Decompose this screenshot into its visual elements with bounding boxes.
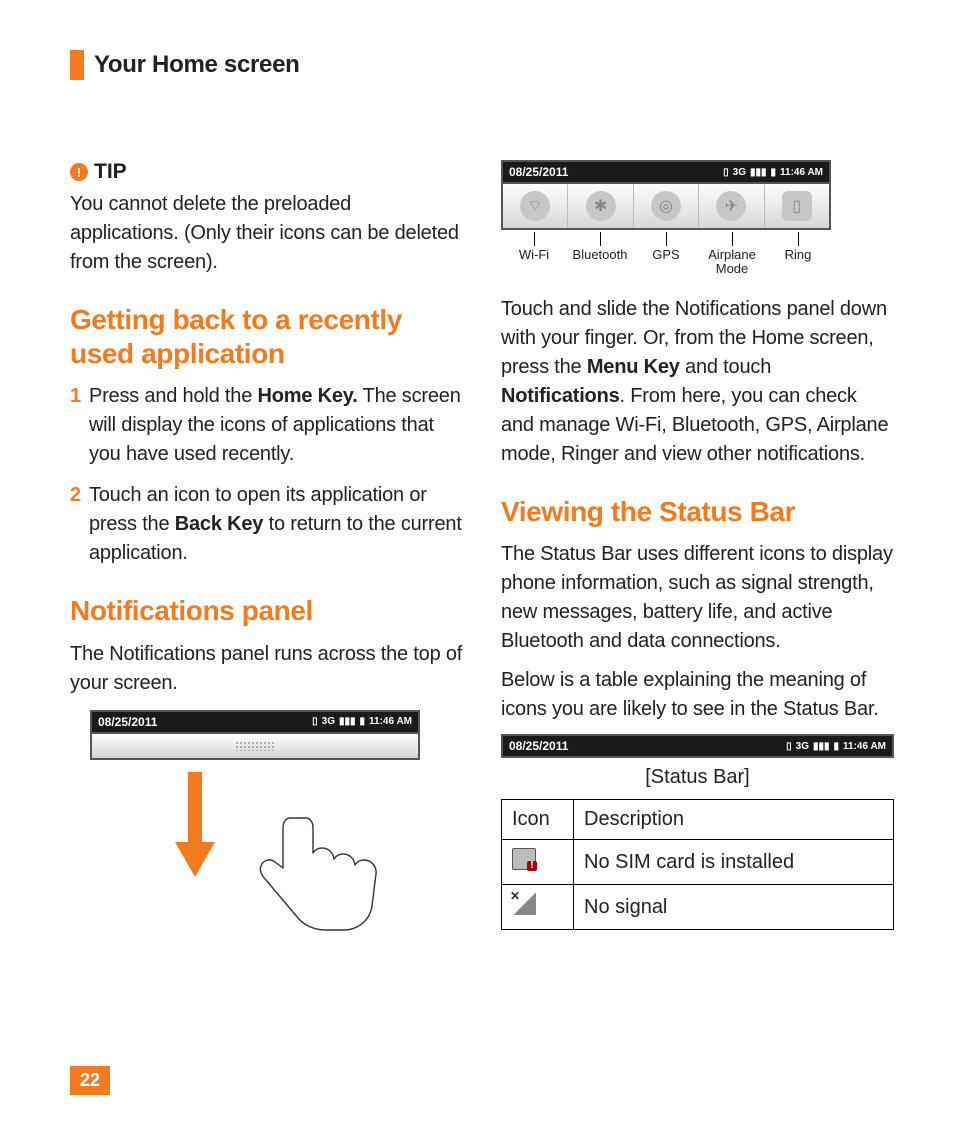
no-sim-icon bbox=[512, 848, 536, 870]
status-bar-date: 08/25/2011 bbox=[509, 165, 568, 179]
gps-icon: ◎ bbox=[651, 191, 681, 221]
notif-desc-notifications: Notifications bbox=[501, 385, 620, 407]
battery-icon: ▮ bbox=[360, 716, 366, 727]
page-header: Your Home screen bbox=[70, 50, 894, 80]
status-bar-time: 11:46 AM bbox=[369, 716, 412, 727]
bluetooth-toggle[interactable]: ✱ bbox=[568, 184, 633, 228]
airplane-icon: ✈ bbox=[716, 191, 746, 221]
bluetooth-icon: ✱ bbox=[586, 191, 616, 221]
step-2-bold: Back Key bbox=[175, 513, 263, 535]
step-1-bold: Home Key. bbox=[257, 385, 357, 407]
status-bar-mock: 08/25/2011 ▯ 3G ▮▮▮ ▮ 11:46 AM bbox=[90, 710, 420, 734]
status-bar-p2: Below is a table explaining the meaning … bbox=[501, 666, 894, 724]
notif-desc-b: and touch bbox=[680, 356, 771, 378]
airplane-label: Airplane Mode bbox=[699, 248, 765, 277]
ring-label: Ring bbox=[765, 248, 831, 277]
tip-icon: ! bbox=[70, 163, 88, 181]
left-column: ! TIP You cannot delete the preloaded ap… bbox=[70, 160, 463, 957]
notifications-panel-figure: 08/25/2011 ▯ 3G ▮▮▮ ▮ 11:46 AM bbox=[90, 710, 420, 760]
wifi-icon: ⌔ bbox=[520, 191, 550, 221]
notif-description: Touch and slide the Notifications panel … bbox=[501, 295, 894, 469]
status-bar-mock-2: 08/25/2011 ▯ 3G ▮▮▮ ▮ 11:46 AM bbox=[501, 160, 831, 184]
right-column: 08/25/2011 ▯ 3G ▮▮▮ ▮ 11:46 AM ⌔ ✱ ◎ ✈ ▯… bbox=[501, 160, 894, 957]
signal-icon: ▮▮▮ bbox=[750, 167, 767, 178]
status-icon-table: Icon Description No SIM card is installe… bbox=[501, 799, 894, 930]
status-bar-date: 08/25/2011 bbox=[509, 739, 568, 753]
table-row: No SIM card is installed bbox=[502, 840, 894, 885]
signal-icon: ▮▮▮ bbox=[339, 716, 356, 727]
content-columns: ! TIP You cannot delete the preloaded ap… bbox=[70, 160, 894, 957]
airplane-mode-toggle[interactable]: ✈ bbox=[699, 184, 764, 228]
no-signal-icon bbox=[512, 893, 536, 915]
tip-label: TIP bbox=[94, 160, 127, 184]
table-row: No signal bbox=[502, 885, 894, 930]
header-accent-block bbox=[70, 50, 84, 80]
heading-viewing-status-bar: Viewing the Status Bar bbox=[501, 495, 894, 529]
notif-panel-body: The Notifications panel runs across the … bbox=[70, 640, 463, 698]
no-sim-icon-cell bbox=[502, 840, 574, 885]
vibrate-icon: ▯ bbox=[786, 741, 792, 752]
gps-label: GPS bbox=[633, 248, 699, 277]
battery-icon: ▮ bbox=[834, 741, 840, 752]
step-2-text: Touch an icon to open its application or… bbox=[89, 481, 463, 568]
no-sim-desc: No SIM card is installed bbox=[574, 840, 894, 885]
drag-dots-icon bbox=[235, 741, 275, 751]
step-number: 1 bbox=[70, 382, 81, 469]
no-signal-desc: No signal bbox=[574, 885, 894, 930]
quick-settings-panel: ⌔ ✱ ◎ ✈ ▯ bbox=[501, 184, 831, 230]
step-1-text: Press and hold the Home Key. The screen … bbox=[89, 382, 463, 469]
quick-settings-figure: 08/25/2011 ▯ 3G ▮▮▮ ▮ 11:46 AM ⌔ ✱ ◎ ✈ ▯… bbox=[501, 160, 894, 277]
wifi-toggle[interactable]: ⌔ bbox=[503, 184, 568, 228]
step-1: 1 Press and hold the Home Key. The scree… bbox=[70, 382, 463, 469]
hand-pointer-illustration bbox=[250, 812, 463, 957]
data-3g-icon: 3G bbox=[796, 741, 809, 752]
tip-body: You cannot delete the preloaded applicat… bbox=[70, 190, 463, 277]
step-2: 2 Touch an icon to open its application … bbox=[70, 481, 463, 568]
th-icon: Icon bbox=[502, 800, 574, 840]
data-3g-icon: 3G bbox=[322, 716, 335, 727]
status-bar-icons: ▯ 3G ▮▮▮ ▮ 11:46 AM bbox=[723, 167, 823, 178]
no-signal-icon-cell bbox=[502, 885, 574, 930]
page-title: Your Home screen bbox=[94, 51, 300, 79]
wifi-label: Wi-Fi bbox=[501, 248, 567, 277]
bluetooth-label: Bluetooth bbox=[567, 248, 633, 277]
page-number: 22 bbox=[70, 1066, 110, 1095]
table-header-row: Icon Description bbox=[502, 800, 894, 840]
status-bar-date: 08/25/2011 bbox=[98, 715, 157, 729]
tip-heading: ! TIP bbox=[70, 160, 463, 184]
th-description: Description bbox=[574, 800, 894, 840]
step-number: 2 bbox=[70, 481, 81, 568]
status-bar-icons: ▯ 3G ▮▮▮ ▮ 11:46 AM bbox=[312, 716, 412, 727]
status-bar-mock-3: 08/25/2011 ▯ 3G ▮▮▮ ▮ 11:46 AM bbox=[501, 734, 894, 758]
heading-notifications-panel: Notifications panel bbox=[70, 594, 463, 628]
vibrate-icon: ▯ bbox=[312, 716, 318, 727]
status-bar-icons: ▯ 3G ▮▮▮ ▮ 11:46 AM bbox=[786, 741, 886, 752]
battery-icon: ▮ bbox=[771, 167, 777, 178]
status-bar-caption: [Status Bar] bbox=[501, 766, 894, 789]
step-1-a: Press and hold the bbox=[89, 385, 258, 407]
gps-toggle[interactable]: ◎ bbox=[634, 184, 699, 228]
notification-drag-handle bbox=[90, 734, 420, 760]
quick-settings-labels: Wi-Fi Bluetooth GPS Airplane Mode Ring bbox=[501, 248, 831, 277]
vibrate-icon: ▯ bbox=[723, 167, 729, 178]
vibrate-icon: ▯ bbox=[782, 191, 812, 221]
status-bar-time: 11:46 AM bbox=[843, 741, 886, 752]
status-bar-p1: The Status Bar uses different icons to d… bbox=[501, 540, 894, 656]
signal-icon: ▮▮▮ bbox=[813, 741, 830, 752]
status-bar-time: 11:46 AM bbox=[780, 167, 823, 178]
ringer-toggle[interactable]: ▯ bbox=[765, 184, 829, 228]
data-3g-icon: 3G bbox=[733, 167, 746, 178]
heading-recent-app: Getting back to a recently used applicat… bbox=[70, 303, 463, 370]
notif-desc-menu-key: Menu Key bbox=[587, 356, 680, 378]
